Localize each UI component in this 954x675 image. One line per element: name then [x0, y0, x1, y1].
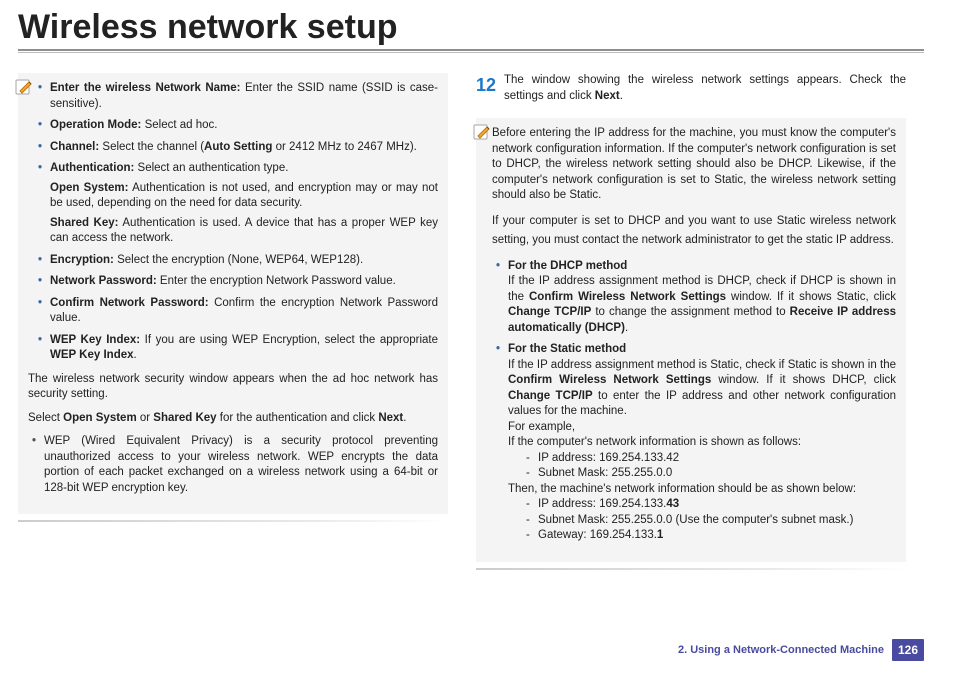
footer: 2. Using a Network-Connected Machine 126	[678, 639, 924, 661]
step-number: 12	[476, 73, 502, 97]
list-item: Enter the wireless Network Name: Enter t…	[34, 81, 438, 112]
list-item: Gateway: 169.254.133.1	[526, 528, 896, 544]
list-item: Network Password: Enter the encryption N…	[34, 274, 438, 290]
list-item: Subnet Mask: 255.255.0.0	[526, 466, 896, 482]
body-text: If your computer is set to DHCP and you …	[492, 212, 896, 251]
list-item: Operation Mode: Select ad hoc.	[34, 118, 438, 134]
list-item: Encryption: Select the encryption (None,…	[34, 253, 438, 269]
body-text: The wireless network security window app…	[28, 372, 438, 403]
body-text: Before entering the IP address for the m…	[492, 126, 896, 204]
right-column: 12 The window showing the wireless netwo…	[476, 73, 906, 576]
body-text: Open System: Authentication is not used,…	[50, 181, 438, 212]
list-item: WEP (Wired Equivalent Privacy) is a secu…	[28, 434, 438, 496]
left-column: Enter the wireless Network Name: Enter t…	[18, 73, 448, 576]
list-item: Subnet Mask: 255.255.0.0 (Use the comput…	[526, 513, 896, 529]
divider	[18, 52, 924, 53]
list-item: WEP Key Index: If you are using WEP Encr…	[34, 333, 438, 364]
divider	[18, 49, 924, 51]
list-item: IP address: 169.254.133.42	[526, 451, 896, 467]
body-text: Shared Key: Authentication is used. A de…	[50, 216, 438, 247]
note-icon	[14, 77, 34, 97]
page-title: Wireless network setup	[18, 8, 924, 47]
list-item: IP address: 169.254.133.43	[526, 497, 896, 513]
note-box: Enter the wireless Network Name: Enter t…	[18, 73, 448, 514]
body-text: The window showing the wireless network …	[504, 73, 906, 104]
note-icon	[472, 122, 492, 142]
body-text: Select Open System or Shared Key for the…	[28, 411, 438, 427]
list-item: Authentication: Select an authentication…	[34, 161, 438, 247]
chapter-label: 2. Using a Network-Connected Machine	[678, 644, 884, 656]
list-item: Confirm Network Password: Confirm the en…	[34, 296, 438, 327]
list-item: For the DHCP method If the IP address as…	[492, 259, 896, 337]
list-item: For the Static method If the IP address …	[492, 342, 896, 544]
body-text: If the computer's network information is…	[508, 435, 896, 451]
list-item: Channel: Select the channel (Auto Settin…	[34, 140, 438, 156]
body-text: For example,	[508, 420, 896, 436]
note-box: Before entering the IP address for the m…	[476, 118, 906, 562]
divider	[476, 568, 906, 570]
divider	[18, 520, 448, 522]
page-number: 126	[892, 639, 924, 661]
body-text: Then, the machine's network information …	[508, 482, 896, 498]
step: 12 The window showing the wireless netwo…	[476, 73, 906, 104]
